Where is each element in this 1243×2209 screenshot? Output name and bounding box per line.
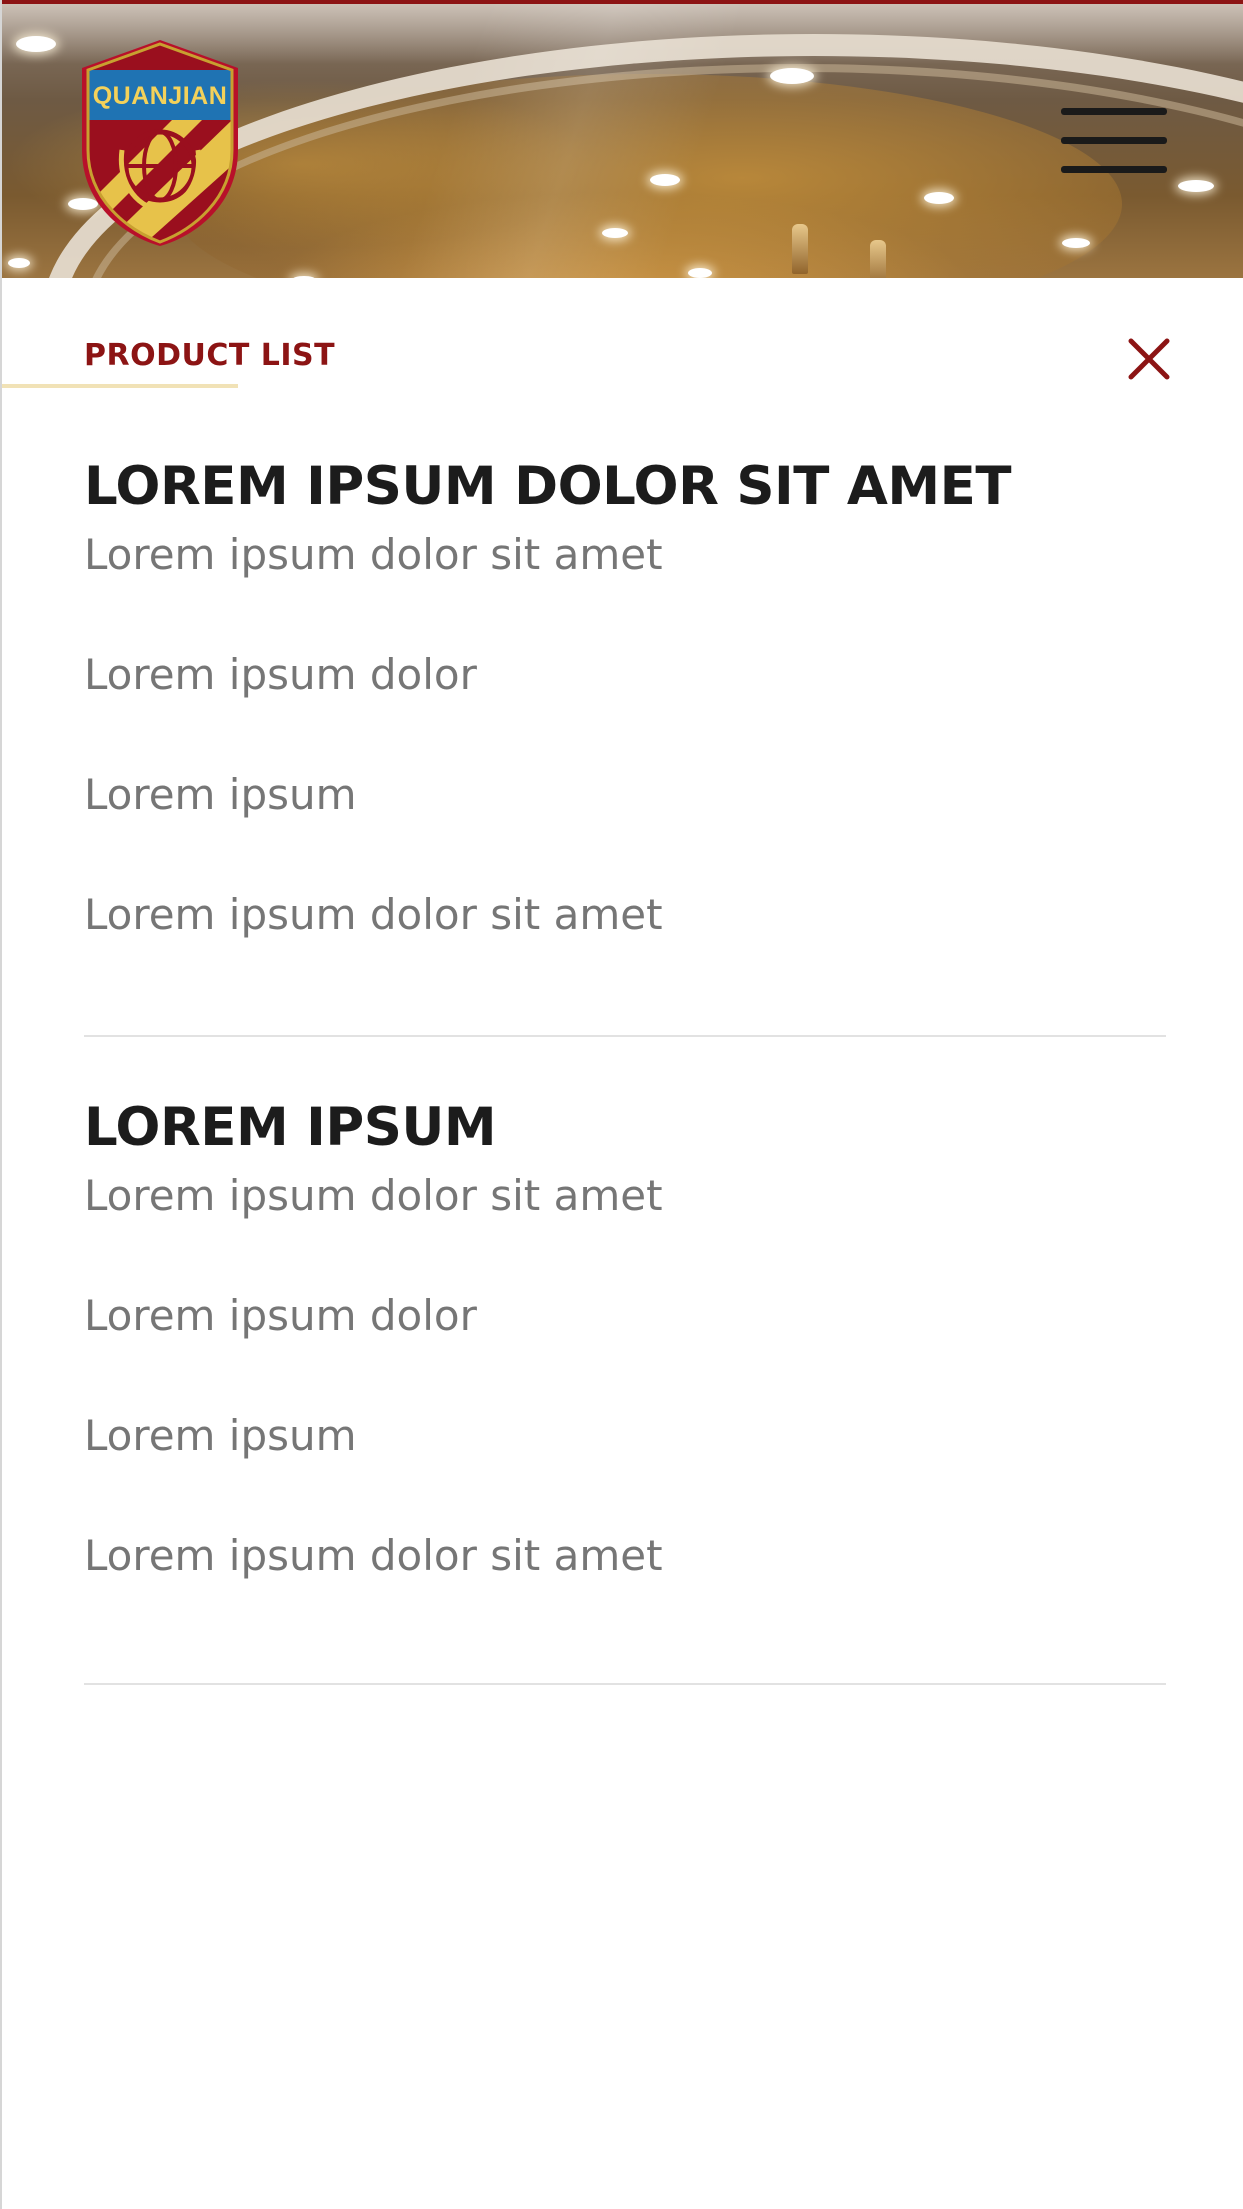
ceiling-light xyxy=(924,192,954,204)
ceiling-light xyxy=(688,268,712,278)
ceiling-light xyxy=(770,68,814,84)
product-link[interactable]: Lorem ipsum dolor xyxy=(84,1271,1166,1391)
page: QUANJIAN PRODUCT LIST LOREM IPSUM DOLOR … xyxy=(0,0,1243,2209)
header-banner: QUANJIAN xyxy=(2,0,1243,278)
logo-text: QUANJIAN xyxy=(92,82,228,110)
chandelier-fixture xyxy=(792,224,808,274)
chandelier-fixture xyxy=(870,240,886,278)
title-underline xyxy=(2,384,238,388)
close-icon xyxy=(1128,338,1170,380)
product-link[interactable]: Lorem ipsum dolor sit amet xyxy=(84,870,1166,990)
product-link[interactable]: Lorem ipsum dolor sit amet xyxy=(84,1151,1166,1271)
ceiling-light xyxy=(292,276,316,278)
ceiling-light xyxy=(8,258,30,268)
product-link[interactable]: Lorem ipsum dolor xyxy=(84,630,1166,750)
section-divider xyxy=(84,1683,1166,1685)
hamburger-bar xyxy=(1061,108,1167,115)
club-logo[interactable]: QUANJIAN xyxy=(82,40,238,246)
product-section: LOREM IPSUM DOLOR SIT AMET Lorem ipsum d… xyxy=(84,452,1166,990)
ceiling-light xyxy=(602,228,628,238)
product-section: LOREM IPSUM Lorem ipsum dolor sit amet L… xyxy=(84,1093,1166,1631)
product-link[interactable]: Lorem ipsum dolor sit amet xyxy=(84,510,1166,630)
hamburger-bar xyxy=(1061,166,1167,173)
hamburger-bar xyxy=(1061,137,1167,144)
ceiling-light xyxy=(650,174,680,186)
product-list: Lorem ipsum dolor sit amet Lorem ipsum d… xyxy=(84,1151,1166,1631)
shield-icon xyxy=(82,40,238,246)
ceiling-light xyxy=(16,36,56,52)
close-button[interactable] xyxy=(1126,336,1172,382)
panel-title: PRODUCT LIST xyxy=(84,338,336,373)
product-link[interactable]: Lorem ipsum xyxy=(84,1391,1166,1511)
product-list: Lorem ipsum dolor sit amet Lorem ipsum d… xyxy=(84,510,1166,990)
hamburger-menu-icon[interactable] xyxy=(1061,108,1167,174)
product-link[interactable]: Lorem ipsum xyxy=(84,750,1166,870)
ceiling-light xyxy=(1178,180,1214,192)
ceiling-light xyxy=(1062,238,1090,248)
section-divider xyxy=(84,1035,1166,1037)
product-link[interactable]: Lorem ipsum dolor sit amet xyxy=(84,1511,1166,1631)
